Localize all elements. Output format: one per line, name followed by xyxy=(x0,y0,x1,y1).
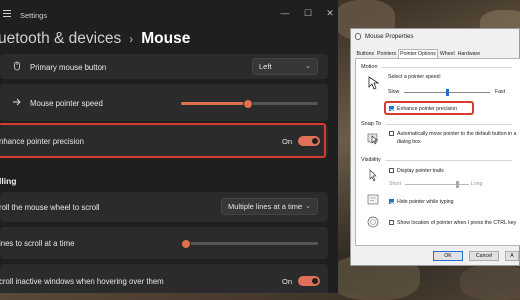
hide-pointer-label: Hide pointer while typing xyxy=(397,199,454,205)
tab-pointers[interactable]: Pointers xyxy=(376,50,398,58)
breadcrumb-parent[interactable]: uetooth & devices xyxy=(0,30,121,47)
snap-to-heading: Snap To xyxy=(361,121,382,127)
pointer-speed-icon xyxy=(368,76,379,90)
show-location-checkbox[interactable] xyxy=(389,220,394,225)
highlight-box xyxy=(0,123,326,158)
menu-icon[interactable] xyxy=(3,10,11,17)
close-icon[interactable]: ✕ xyxy=(324,8,336,19)
mouse-icon xyxy=(14,61,20,71)
dialog-speed-slider[interactable] xyxy=(404,89,490,96)
lines-label: ines to scroll at a time xyxy=(0,239,75,248)
wheel-card: roll the mouse wheel to scroll Multiple … xyxy=(0,192,328,222)
snap-to-icon xyxy=(367,133,378,145)
motion-heading: Motion xyxy=(361,64,378,70)
pointer-trails-icon xyxy=(369,169,377,182)
inactive-card: croll inactive windows when hovering ove… xyxy=(0,264,328,293)
primary-button-value: Left xyxy=(259,62,272,71)
primary-button-label: Primary mouse button xyxy=(30,63,107,72)
inactive-toggle[interactable] xyxy=(298,276,320,286)
lines-thumb[interactable] xyxy=(181,239,191,249)
group-divider xyxy=(382,67,512,68)
trails-checkbox[interactable] xyxy=(389,168,394,173)
chevron-down-icon: ⌄ xyxy=(305,203,311,210)
show-location-label: Show location of pointer when I press th… xyxy=(397,220,517,226)
lines-slider[interactable] xyxy=(181,239,318,249)
snap-to-label-line1: Automatically move pointer to the defaul… xyxy=(397,131,517,137)
maximize-icon[interactable]: ☐ xyxy=(302,8,314,19)
trails-thumb[interactable] xyxy=(456,181,459,188)
wheel-dropdown[interactable]: Multiple lines at a time ⌄ xyxy=(221,198,318,215)
fast-label: Fast xyxy=(495,89,506,95)
hide-pointer-icon xyxy=(367,194,379,205)
title-bar: Settings — ☐ ✕ xyxy=(0,0,338,30)
pointer-speed-icon xyxy=(13,98,21,106)
pointer-speed-thumb[interactable] xyxy=(243,99,253,109)
app-title: Settings xyxy=(20,11,48,20)
settings-window: Settings — ☐ ✕ uetooth & devices › Mouse P… xyxy=(0,0,338,293)
trails-label: Display pointer trails xyxy=(397,168,444,174)
mouse-properties-dialog: Mouse Properties Buttons Pointers Pointer … xyxy=(350,28,520,266)
group-divider xyxy=(385,160,512,161)
speed-label: Select a pointer speed: xyxy=(388,74,442,80)
inactive-label: croll inactive windows when hovering ove… xyxy=(0,277,164,286)
inactive-state: On xyxy=(282,277,293,286)
tab-pointer-options[interactable]: Pointer Options xyxy=(397,49,439,58)
page-title: Mouse xyxy=(141,30,191,47)
dialog-tabs: Buttons Pointers Pointer Options Wheel Hardw… xyxy=(355,49,482,58)
highlight-box xyxy=(384,101,474,115)
short-label: Short xyxy=(389,181,402,187)
pointer-speed-slider[interactable] xyxy=(181,99,318,109)
scrolling-heading: lling xyxy=(0,176,17,186)
cancel-button[interactable]: Cancel xyxy=(469,251,499,261)
pointer-speed-label: Mouse pointer speed xyxy=(30,99,103,108)
long-label: Long xyxy=(471,181,483,187)
pointer-speed-card: Mouse pointer speed xyxy=(0,84,328,121)
lines-card: ines to scroll at a time xyxy=(0,227,328,259)
snap-to-checkbox[interactable] xyxy=(389,131,394,136)
show-location-icon xyxy=(367,216,379,228)
wheel-value: Multiple lines at a time xyxy=(228,202,303,211)
breadcrumb-separator: › xyxy=(129,32,134,46)
wheel-label: roll the mouse wheel to scroll xyxy=(0,203,100,212)
trails-slider[interactable] xyxy=(405,181,469,188)
snap-to-label-line2: dialog box xyxy=(397,139,421,145)
dialog-speed-thumb[interactable] xyxy=(446,89,449,96)
primary-button-card: Primary mouse button Left ⌄ xyxy=(0,54,328,79)
breadcrumb: uetooth & devices › Mouse xyxy=(0,30,190,48)
tab-wheel[interactable]: Wheel xyxy=(438,50,456,58)
toggle-knob xyxy=(312,278,318,284)
group-divider xyxy=(386,124,512,125)
pointer-options-panel: Motion Select a pointer speed: Slow Fast… xyxy=(355,58,520,246)
primary-button-dropdown[interactable]: Left ⌄ xyxy=(252,58,318,75)
tab-buttons[interactable]: Buttons xyxy=(355,50,376,58)
visibility-heading: Visibility xyxy=(361,157,381,163)
dialog-title: Mouse Properties xyxy=(365,33,414,40)
apply-button[interactable]: A xyxy=(505,251,519,261)
hide-pointer-checkbox[interactable] xyxy=(389,199,394,204)
minimize-icon[interactable]: — xyxy=(279,8,291,18)
slow-label: Slow xyxy=(388,89,400,95)
ok-button[interactable]: OK xyxy=(433,251,463,261)
background-rock xyxy=(460,265,520,300)
mouse-icon xyxy=(355,33,361,40)
pointer-speed-fill xyxy=(181,102,247,105)
chevron-down-icon: ⌄ xyxy=(305,63,311,70)
tab-hardware[interactable]: Hardware xyxy=(456,50,482,58)
